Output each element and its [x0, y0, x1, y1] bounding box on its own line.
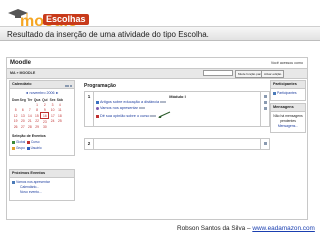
- calendar-day[interactable]: 29: [33, 124, 41, 129]
- users-icon: [273, 91, 276, 95]
- resource-icon: [96, 100, 99, 104]
- calendar-block-title: Calendário: [12, 82, 32, 86]
- breadcrumb[interactable]: MA » MOODLE: [10, 71, 35, 75]
- site-name: Moodle: [10, 60, 31, 66]
- calendar-grid: Dom Seg Ter Qua Qui Sex Sáb 1 2 3 4 5 6 …: [12, 97, 63, 129]
- calendar-month-label[interactable]: novembro 2006: [30, 91, 55, 95]
- upcoming-event-item[interactable]: Vamos nos apresentar: [16, 180, 50, 184]
- global-swatch-icon[interactable]: [12, 140, 15, 144]
- messages-link[interactable]: Mensagens...: [271, 124, 305, 129]
- events-key-title: Seleção de Eventos: [12, 134, 46, 138]
- weekday-label: Qua: [33, 97, 41, 102]
- forum-icon: [96, 106, 99, 110]
- slide-title: Resultado da inserção de uma atividade d…: [0, 26, 320, 41]
- calendar-link[interactable]: Calendário...: [20, 185, 39, 189]
- calendar-day: [56, 124, 63, 129]
- highlight-icon[interactable]: [263, 142, 267, 145]
- weekday-label: Sáb: [56, 97, 63, 102]
- events-key-group[interactable]: Grupo: [16, 146, 25, 150]
- edit-tools-icon[interactable]: [138, 106, 145, 110]
- upcoming-events-list: Vamos nos apresentar Calendário... Novo …: [10, 178, 74, 195]
- messages-title: Mensagens: [273, 105, 294, 109]
- participants-link[interactable]: Participantes: [277, 91, 297, 95]
- weekday-label: Sex: [49, 97, 56, 102]
- login-info: Você acessou como: [270, 61, 303, 65]
- upcoming-events-header: Próximos Eventos: [10, 170, 74, 178]
- turn-editing-on-button[interactable]: Ativar edição: [261, 70, 285, 78]
- section-number: 1: [85, 92, 94, 126]
- messages-block: Mensagens Não há mensagens pendentes Men…: [270, 103, 306, 133]
- move-icon[interactable]: [263, 107, 267, 110]
- moodle-screenshot: Moodle Você acessou como MA » MOODLE Mud…: [6, 57, 308, 220]
- activity-link[interactable]: Vamos nos apresentar: [100, 106, 138, 110]
- messages-body: Não há mensagens pendentes Mensagens...: [271, 112, 305, 129]
- edit-tools-icon[interactable]: [160, 100, 167, 104]
- events-key-row: Grupo Usuário: [12, 145, 74, 151]
- weekday-label: Dom: [12, 97, 20, 102]
- calendar-day[interactable]: 27: [19, 124, 26, 129]
- calendar-month-nav: ◄ novembro 2006 ►: [10, 89, 74, 95]
- participants-title: Participantes: [273, 82, 297, 86]
- user-swatch-icon[interactable]: [26, 146, 30, 150]
- events-key-course[interactable]: Curso: [31, 140, 40, 144]
- section-controls: [260, 92, 269, 126]
- footer-url-link[interactable]: www.eadamazon.com: [252, 225, 315, 232]
- messages-header: Mensagens: [271, 104, 305, 112]
- block-controls-icon[interactable]: [64, 83, 72, 87]
- participants-list: Participantes: [271, 89, 305, 96]
- course-section-1: 1 Módulo I Artigos sobre educação a dist…: [84, 91, 270, 127]
- upcoming-events-block: Próximos Eventos Vamos nos apresentar Ca…: [9, 169, 75, 201]
- calendar-day[interactable]: 28: [26, 124, 33, 129]
- course-swatch-icon[interactable]: [27, 140, 30, 144]
- calendar-block: Calendário ◄ novembro 2006 ► Dom Seg Ter…: [9, 80, 75, 156]
- activity-item: Dê sua opinião sobre o curso: [96, 111, 259, 121]
- role-select[interactable]: [203, 70, 233, 76]
- upcoming-events-title: Próximos Eventos: [12, 171, 46, 175]
- programacao-title: Programação: [84, 83, 116, 89]
- logo-subtitle: Escolhas: [43, 14, 89, 25]
- event-icon: [12, 180, 15, 184]
- weekday-label: Qui: [42, 97, 48, 102]
- section-body: Módulo I Artigos sobre educação a distân…: [96, 94, 259, 121]
- slide-footer: Robson Santos da Silva – www.eadamazon.c…: [177, 225, 315, 232]
- calendar-day[interactable]: 26: [12, 124, 19, 129]
- weekday-label: Seg: [19, 97, 26, 102]
- pointer-arrow-icon: [157, 111, 171, 121]
- activity-link[interactable]: Artigos sobre educação a distância: [100, 100, 159, 104]
- participants-block: Participantes Participantes: [270, 80, 306, 101]
- calendar-day: [49, 124, 57, 129]
- participants-header: Participantes: [271, 81, 305, 89]
- highlight-icon[interactable]: [263, 95, 267, 98]
- navbar: MA » MOODLE Mude função para Ativar ediç…: [7, 68, 307, 79]
- edit-tools-icon[interactable]: [150, 114, 157, 118]
- section-number: 2: [85, 139, 94, 149]
- new-event-link[interactable]: Novo evento...: [20, 190, 42, 194]
- next-month-arrow[interactable]: ►: [55, 91, 59, 95]
- calendar-day[interactable]: 30: [41, 124, 49, 129]
- footer-author: Robson Santos da Silva –: [177, 225, 253, 232]
- activity-link[interactable]: Dê sua opinião sobre o curso: [100, 114, 149, 118]
- group-swatch-icon[interactable]: [12, 146, 15, 150]
- choice-icon: [96, 114, 99, 118]
- hide-icon[interactable]: [263, 101, 267, 104]
- prev-month-arrow[interactable]: ◄: [25, 91, 29, 95]
- section-controls: [260, 139, 269, 149]
- events-key-global[interactable]: Global: [16, 140, 25, 144]
- logo-word-escolhas: Escolhas: [46, 14, 86, 24]
- course-section-2: 2: [84, 138, 270, 150]
- events-key-user[interactable]: Usuário: [31, 146, 42, 150]
